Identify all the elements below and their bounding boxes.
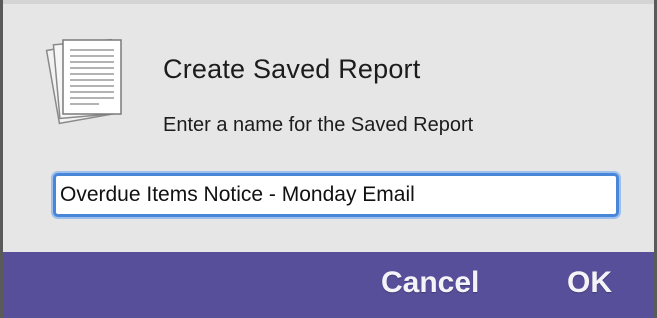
- dialog-subtitle: Enter a name for the Saved Report: [163, 114, 474, 136]
- dialog-title: Create Saved Report: [163, 54, 421, 84]
- document-stack-icon: [45, 38, 122, 125]
- dialog-button-bar: [3, 252, 654, 318]
- dialog-top-edge: [3, 0, 654, 4]
- create-saved-report-dialog: Create Saved Report Enter a name for the…: [0, 0, 657, 318]
- ok-button[interactable]: OK: [567, 266, 612, 300]
- report-name-input[interactable]: [53, 173, 619, 217]
- cancel-button[interactable]: Cancel: [381, 266, 479, 300]
